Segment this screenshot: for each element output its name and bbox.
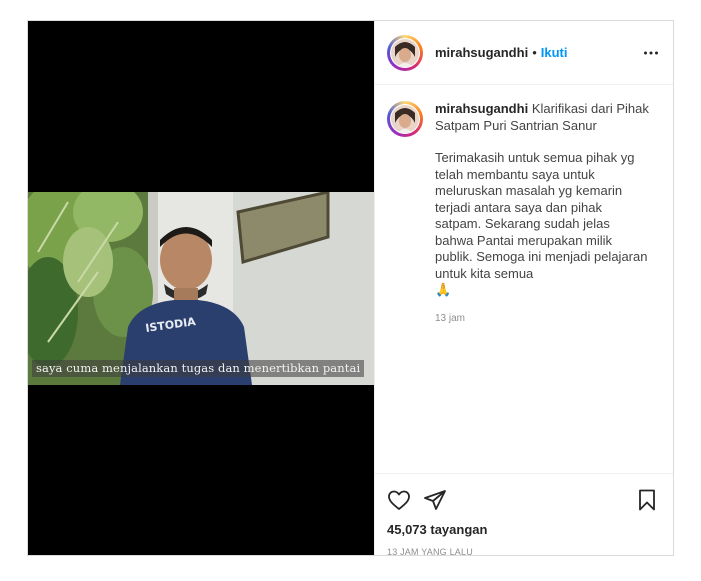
post-sidebar: mirahsugandhi • Ikuti mirahsugandhi Klar… xyxy=(374,21,673,557)
follow-button[interactable]: Ikuti xyxy=(541,45,568,60)
header-username[interactable]: mirahsugandhi xyxy=(435,45,528,60)
avatar[interactable] xyxy=(387,34,423,71)
caption-username[interactable]: mirahsugandhi xyxy=(435,101,528,116)
view-count[interactable]: 45,073 tayangan xyxy=(387,522,659,537)
avatar-image xyxy=(391,38,419,67)
more-options-icon[interactable] xyxy=(643,45,659,61)
video-scene-image: ISTODIA xyxy=(28,192,374,385)
caption-body: mirahsugandhi Klarifikasi dari Pihak Sat… xyxy=(435,101,651,327)
posted-time[interactable]: 13 JAM YANG LALU xyxy=(387,547,659,557)
caption-time: 13 jam xyxy=(435,312,466,324)
caption: mirahsugandhi Klarifikasi dari Pihak Sat… xyxy=(387,101,659,327)
send-icon[interactable] xyxy=(423,488,447,512)
video-frame[interactable]: ISTODIA saya cuma menjalankan tugas dan … xyxy=(28,192,374,385)
heart-icon[interactable] xyxy=(387,488,411,512)
bookmark-icon[interactable] xyxy=(635,488,659,512)
header-separator: • xyxy=(532,45,537,60)
caption-text: Terimakasih untuk semua pihak yg telah m… xyxy=(435,150,651,299)
post-header: mirahsugandhi • Ikuti xyxy=(375,21,673,85)
avatar-image xyxy=(391,105,419,133)
video-subtitle: saya cuma menjalankan tugas dan menertib… xyxy=(32,360,365,377)
caption-avatar[interactable] xyxy=(387,101,423,137)
pray-emoji-icon: 🙏 xyxy=(435,282,452,297)
video-player[interactable]: ISTODIA saya cuma menjalankan tugas dan … xyxy=(28,21,374,555)
comments-area: mirahsugandhi Klarifikasi dari Pihak Sat… xyxy=(375,85,673,473)
instagram-post: ISTODIA saya cuma menjalankan tugas dan … xyxy=(27,20,674,557)
caption-text-body: Terimakasih untuk semua pihak yg telah m… xyxy=(435,150,648,281)
action-bar: 45,073 tayangan 13 JAM YANG LALU xyxy=(375,473,673,557)
